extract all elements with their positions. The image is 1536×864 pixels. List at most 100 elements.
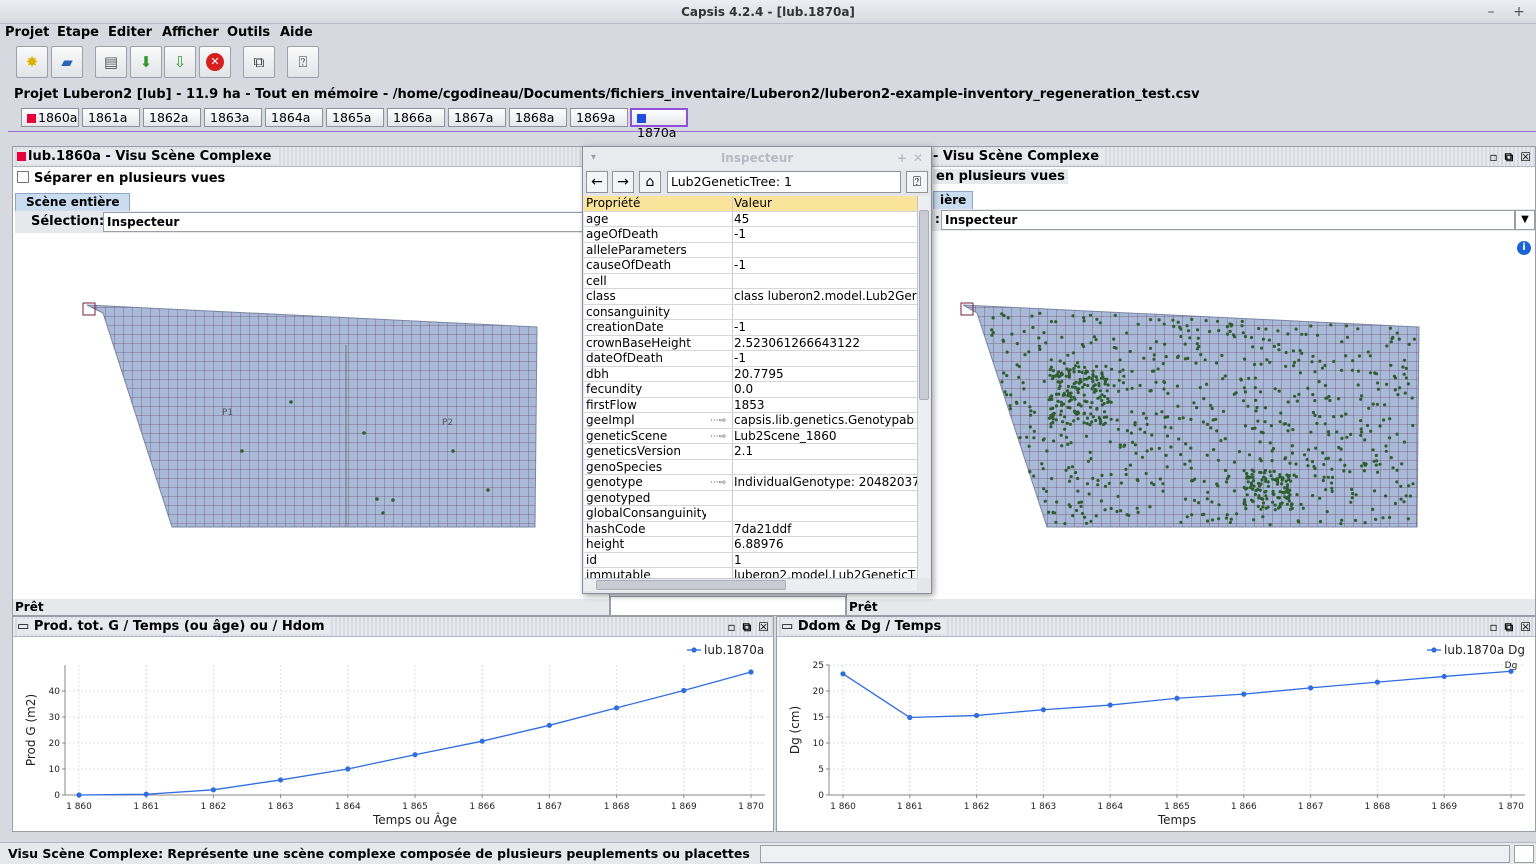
new-project-button[interactable]: ✸ [16,46,48,78]
table-row[interactable]: crownBaseHeight 2.523061266643122 [584,335,917,351]
chevron-down-icon[interactable]: ▼ [1515,210,1535,230]
pin-icon[interactable]: + [897,147,907,169]
export-button[interactable]: ⇩ [164,46,196,78]
open-project-button[interactable]: ▰ [51,46,83,78]
table-row[interactable]: immutable luberon2.model.Lub2GeneticT [584,568,917,578]
column-value[interactable]: Valeur [734,196,917,211]
table-row[interactable]: genotype ···⇨ IndividualGenotype: 20482037 [584,475,917,491]
help-button[interactable]: ⍰ [287,46,319,78]
step-1867a[interactable]: 1867a [448,108,506,127]
table-row[interactable]: geneticScene ···⇨ Lub2Scene_1860 [584,428,917,445]
table-row[interactable]: id 1 [584,552,917,568]
scroll-thumb[interactable] [596,580,786,590]
compare-button[interactable]: ⧉ [243,46,275,78]
memory-button[interactable] [1514,845,1534,863]
table-row[interactable]: geneticsVersion 2.1 [584,444,917,460]
close-step-button[interactable]: ✕ [199,46,231,78]
maximize-icon[interactable]: + [1510,4,1528,20]
table-row[interactable]: firstFlow 1853 [584,397,917,413]
right-scene-canvas[interactable] [849,235,1513,597]
step-1869a[interactable]: 1869a [570,108,628,127]
step-1863a[interactable]: 1863a [204,108,262,127]
tree-point [1284,456,1288,460]
step-1866a[interactable]: 1866a [387,108,445,127]
expand-icon[interactable]: ···⇨ [710,476,726,491]
home-button[interactable]: ⌂ [639,171,661,193]
step-1870a[interactable]: 1870a [630,108,688,140]
vertical-scrollbar[interactable] [917,196,930,578]
table-row[interactable]: hashCode 7da21ddf [584,521,917,537]
table-row[interactable]: creationDate -1 [584,320,917,336]
selection-combo[interactable]: Inspecteur [941,210,1515,230]
table-row[interactable]: ageOfDeath -1 [584,227,917,243]
step-1865a[interactable]: 1865a [326,108,384,127]
menu-aide[interactable]: Aide [280,25,313,40]
table-row[interactable]: alleleParameters [584,242,917,258]
info-icon[interactable]: i [1517,241,1531,255]
tree-point [1145,449,1149,453]
forward-button[interactable]: → [612,171,634,193]
step-1864a[interactable]: 1864a [265,108,323,127]
table-row[interactable]: age 45 [584,211,917,227]
menu-editer[interactable]: Editer [108,25,152,40]
tree-point [1325,510,1329,514]
close-view-icon[interactable]: ☒ [758,620,769,634]
selection-combo[interactable]: Inspecteur [103,212,609,232]
close-view-icon[interactable]: ☒ [1520,150,1531,164]
minimize-icon[interactable]: ▫ [1490,620,1498,634]
back-button[interactable]: ← [586,171,608,193]
step-1860a[interactable]: 1860a [21,108,79,127]
tree-point [1249,483,1253,487]
menu-outils[interactable]: Outils [227,25,270,40]
menu-projet[interactable]: Projet [5,25,49,40]
column-property[interactable]: Propriété [586,196,706,211]
table-row[interactable]: fecundity 0.0 [584,382,917,398]
open-file-button[interactable]: ▤ [95,46,127,78]
table-row[interactable]: dbh 20.7795 [584,366,917,382]
table-row[interactable]: dateOfDeath -1 [584,351,917,367]
left-scene-canvas[interactable]: P1 P2 [15,235,609,597]
inspector-path-field[interactable]: Lub2GeneticTree: 1 [667,171,901,193]
close-view-icon[interactable]: ☒ [1520,620,1531,634]
expand-icon[interactable]: ···⇨ [710,430,726,445]
tree-point [1190,317,1194,321]
tree-point [1384,449,1388,453]
table-row[interactable]: consanguinity [584,304,917,320]
chevron-down-icon[interactable]: ▾ [591,147,596,169]
tab-scene-entiere[interactable]: Scène entière [15,193,131,211]
separate-views-checkbox[interactable]: en plusieurs vues [933,169,1068,184]
menu-afficher[interactable]: Afficher [162,25,219,40]
separate-views-checkbox[interactable]: Séparer en plusieurs vues [17,171,225,186]
tree-point [1254,398,1258,402]
horizontal-scrollbar[interactable] [584,578,917,591]
detach-icon[interactable]: ⧉ [743,620,752,634]
menu-etape[interactable]: Etape [57,25,99,40]
step-1861a[interactable]: 1861a [82,108,140,127]
minimize-icon[interactable]: ▫ [728,620,736,634]
detach-icon[interactable]: ⧉ [1505,620,1514,634]
tree-point [1090,401,1094,405]
tree-point [1356,383,1360,387]
table-row[interactable]: globalConsanguinity [584,506,917,522]
scroll-thumb[interactable] [919,210,929,400]
tree-point [1072,370,1076,374]
expand-icon[interactable]: ···⇨ [710,414,726,429]
table-row[interactable]: causeOfDeath -1 [584,258,917,274]
table-row[interactable]: geeImpl ···⇨ capsis.lib.genetics.Genotypab [584,413,917,429]
close-icon[interactable]: ✕ [913,147,923,169]
minimize-icon[interactable]: – [1482,4,1500,20]
import-button[interactable]: ⬇ [130,46,162,78]
table-row[interactable]: height 6.88976 [584,537,917,553]
tree-point [1107,400,1111,404]
tab-scene-entiere[interactable]: ière [933,191,974,209]
table-row[interactable]: class class luberon2.model.Lub2Ger [584,289,917,305]
step-1868a[interactable]: 1868a [509,108,567,127]
table-row[interactable]: genotyped [584,490,917,506]
tree-point [1368,354,1372,358]
table-row[interactable]: cell [584,273,917,289]
step-1862a[interactable]: 1862a [143,108,201,127]
table-row[interactable]: genoSpecies [584,459,917,475]
inspector-help-button[interactable]: ⍰ [906,171,928,193]
detach-icon[interactable]: ⧉ [1505,150,1514,164]
minimize-icon[interactable]: ▫ [1490,150,1498,164]
